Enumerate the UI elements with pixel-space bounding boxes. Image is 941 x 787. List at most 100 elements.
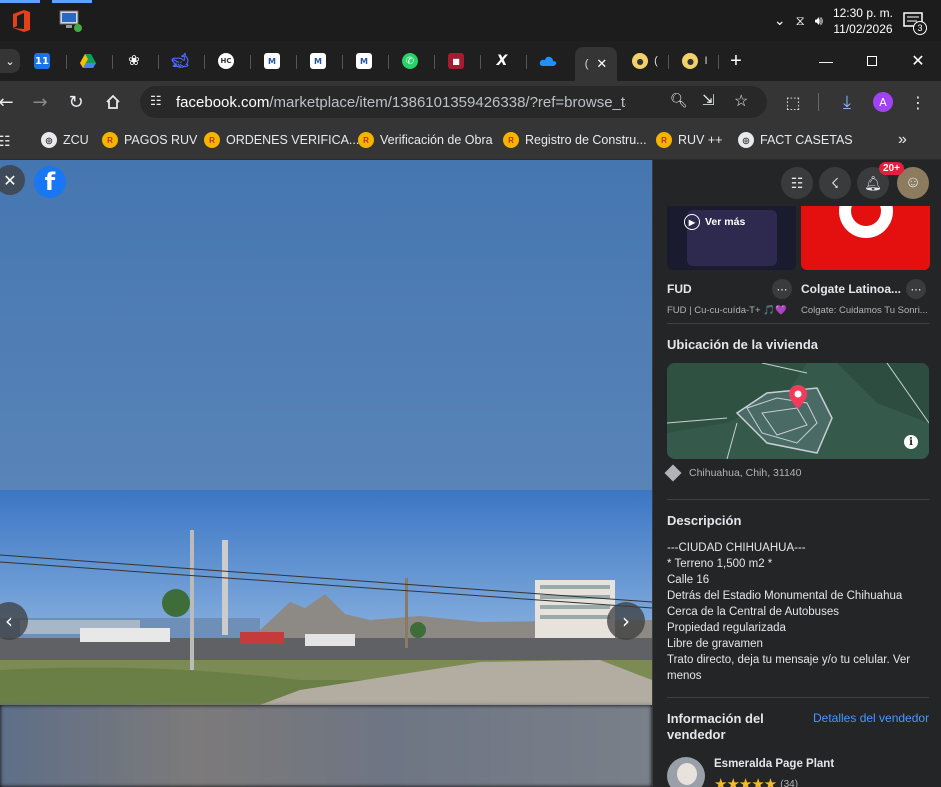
- ad-options-button[interactable]: ⋯: [906, 279, 926, 299]
- bookmark-pagos-ruv[interactable]: R PAGOS RUV: [102, 132, 197, 148]
- location-title: Ubicación de la vivienda: [667, 337, 818, 352]
- system-clock[interactable]: 12:30 p. m. 11/02/2026: [833, 5, 893, 37]
- downloads-button[interactable]: ⤓: [835, 90, 859, 114]
- tab-hc[interactable]: HC: [216, 47, 236, 75]
- forward-button[interactable]: →: [28, 90, 52, 114]
- facebook-logo-icon[interactable]: f: [34, 166, 66, 198]
- tab-onedrive[interactable]: [538, 47, 558, 75]
- minimize-button[interactable]: —: [803, 41, 849, 81]
- bookmark-ruv-plus[interactable]: R RUV ++: [656, 132, 722, 148]
- ver-mas-overlay[interactable]: ▶ Ver más: [684, 214, 745, 230]
- tab-title: (: [584, 58, 589, 70]
- wifi-icon[interactable]: ⧖: [796, 13, 805, 29]
- tab-calendar[interactable]: 11: [32, 47, 52, 75]
- photo-blurred-ground: [0, 705, 652, 787]
- tab-whatsapp[interactable]: ✆: [400, 47, 420, 75]
- bookmark-ordenes-verifica[interactable]: R ORDENES VERIFICA...: [204, 132, 359, 148]
- cloud-icon: [539, 56, 557, 66]
- tab-openai[interactable]: ❀: [124, 47, 144, 75]
- extensions-button[interactable]: ⬚: [781, 90, 805, 114]
- bell-icon: 🔔︎: [864, 174, 882, 191]
- bookmark-label: FACT CASETAS: [760, 133, 853, 147]
- tab-facebook-active[interactable]: ( ✕: [575, 47, 617, 81]
- tab-separator: [434, 55, 435, 69]
- tab-separator: [718, 55, 719, 69]
- whatsapp-icon: ✆: [402, 53, 418, 69]
- bookmark-registro-construccion[interactable]: R Registro de Constru...: [503, 132, 647, 148]
- install-app-icon[interactable]: ⇲: [702, 91, 715, 109]
- network-computer-icon[interactable]: [56, 6, 86, 36]
- tab-doc-2[interactable]: M: [308, 47, 328, 75]
- tab-separator: [204, 55, 205, 69]
- new-tab-button[interactable]: +: [724, 47, 748, 75]
- sticker-icon: ●: [632, 53, 649, 69]
- tab-extra-1[interactable]: ● (: [628, 47, 662, 75]
- menu-button[interactable]: ☷: [781, 167, 813, 199]
- description-title: Descripción: [667, 513, 742, 528]
- seller-name[interactable]: Esmeralda Page Plant: [714, 758, 834, 770]
- download-icon: ⤓: [843, 91, 851, 113]
- seller-avatar[interactable]: [667, 757, 705, 787]
- messenger-button[interactable]: ☇: [819, 167, 851, 199]
- office-app-icon[interactable]: [6, 6, 36, 36]
- profile-avatar: A: [873, 92, 893, 112]
- volume-icon[interactable]: 🔊︎: [815, 13, 823, 29]
- arrow-right-icon: →: [32, 91, 48, 113]
- tab-x[interactable]: X: [492, 47, 512, 75]
- maximize-button[interactable]: [849, 41, 895, 81]
- ellipsis-icon: ⋯: [910, 283, 922, 296]
- map-info-icon[interactable]: i: [904, 435, 918, 449]
- profile-button[interactable]: A: [871, 90, 895, 114]
- site-info-icon[interactable]: ☷: [150, 93, 162, 109]
- bookmark-label: PAGOS RUV: [124, 133, 198, 147]
- next-photo-button[interactable]: ›: [607, 602, 645, 640]
- close-window-button[interactable]: ✕: [895, 41, 941, 81]
- notification-center-icon[interactable]: 3: [903, 9, 927, 35]
- back-button[interactable]: ←: [0, 90, 18, 114]
- tab-separator: [342, 55, 343, 69]
- tab-separator: [388, 55, 389, 69]
- location-row: Chihuahua, Chih, 31140: [664, 464, 801, 482]
- description-text: ---CIUDAD CHIHUAHUA--- * Terreno 1,500 m…: [667, 542, 911, 682]
- ad-options-button[interactable]: ⋯: [772, 279, 792, 299]
- reload-button[interactable]: ↻: [64, 90, 88, 114]
- bookmark-fact-casetas[interactable]: ◎ FACT CASETAS: [738, 132, 853, 148]
- tab-search-button[interactable]: ⌄: [0, 47, 20, 75]
- bookmark-verificacion-obra[interactable]: R Verificación de Obra: [358, 132, 493, 148]
- url-host: facebook.com: [176, 94, 270, 111]
- video-icon: ▶: [684, 214, 700, 230]
- bookmark-zcu[interactable]: ◎ ZCU: [41, 132, 89, 148]
- tab-doc-1[interactable]: M: [262, 47, 282, 75]
- chrome-menu-button[interactable]: ⋮: [906, 90, 930, 114]
- tab-doc-3[interactable]: M: [354, 47, 374, 75]
- tab-deepseek[interactable]: 🐋︎: [170, 47, 190, 75]
- bookmark-label: RUV ++: [678, 133, 723, 147]
- tab-separator: [66, 55, 67, 69]
- windows-taskbar: ⌄ ⧖ 🔊︎ 12:30 p. m. 11/02/2026 3: [0, 0, 941, 41]
- ad-subtitle: Colgate: Cuidamos Tu Sonri...: [801, 305, 928, 316]
- system-tray: ⌄ ⧖ 🔊︎ 12:30 p. m. 11/02/2026 3: [774, 0, 941, 41]
- ad-title[interactable]: Colgate Latinoa...: [801, 282, 901, 296]
- tab-separator: [250, 55, 251, 69]
- home-button[interactable]: [101, 90, 125, 114]
- tab-drive[interactable]: [78, 47, 98, 75]
- ad-title[interactable]: FUD: [667, 282, 692, 296]
- map-pin-icon: [789, 385, 807, 414]
- chevron-right-icon: ›: [622, 609, 630, 633]
- zoom-icon[interactable]: 🔍︎: [670, 92, 688, 109]
- close-tab-icon[interactable]: ✕: [596, 56, 607, 72]
- ad-subtitle: FUD | Cu-cu-cuída-T+ 🎵💜: [667, 305, 787, 316]
- ad-card-colgate-image[interactable]: [801, 206, 930, 270]
- more-bookmarks-icon[interactable]: »: [898, 131, 907, 149]
- tab-harvard[interactable]: ■: [446, 47, 466, 75]
- seller-details-link[interactable]: Detalles del vendedor: [813, 711, 929, 725]
- ad-card-fud-image[interactable]: ▶ Ver más: [667, 206, 796, 270]
- location-map[interactable]: i: [667, 363, 929, 459]
- chevron-down-icon[interactable]: ⌄: [774, 12, 786, 29]
- apps-grid-icon[interactable]: ☷: [0, 133, 11, 150]
- url-text[interactable]: facebook.com/marketplace/item/1386101359…: [176, 94, 626, 111]
- plus-icon: +: [730, 49, 742, 72]
- tab-extra-2[interactable]: ● I: [678, 47, 712, 75]
- address-bar[interactable]: ☷ facebook.com/marketplace/item/13861013…: [140, 86, 767, 118]
- bookmark-star-icon[interactable]: ☆: [734, 91, 748, 111]
